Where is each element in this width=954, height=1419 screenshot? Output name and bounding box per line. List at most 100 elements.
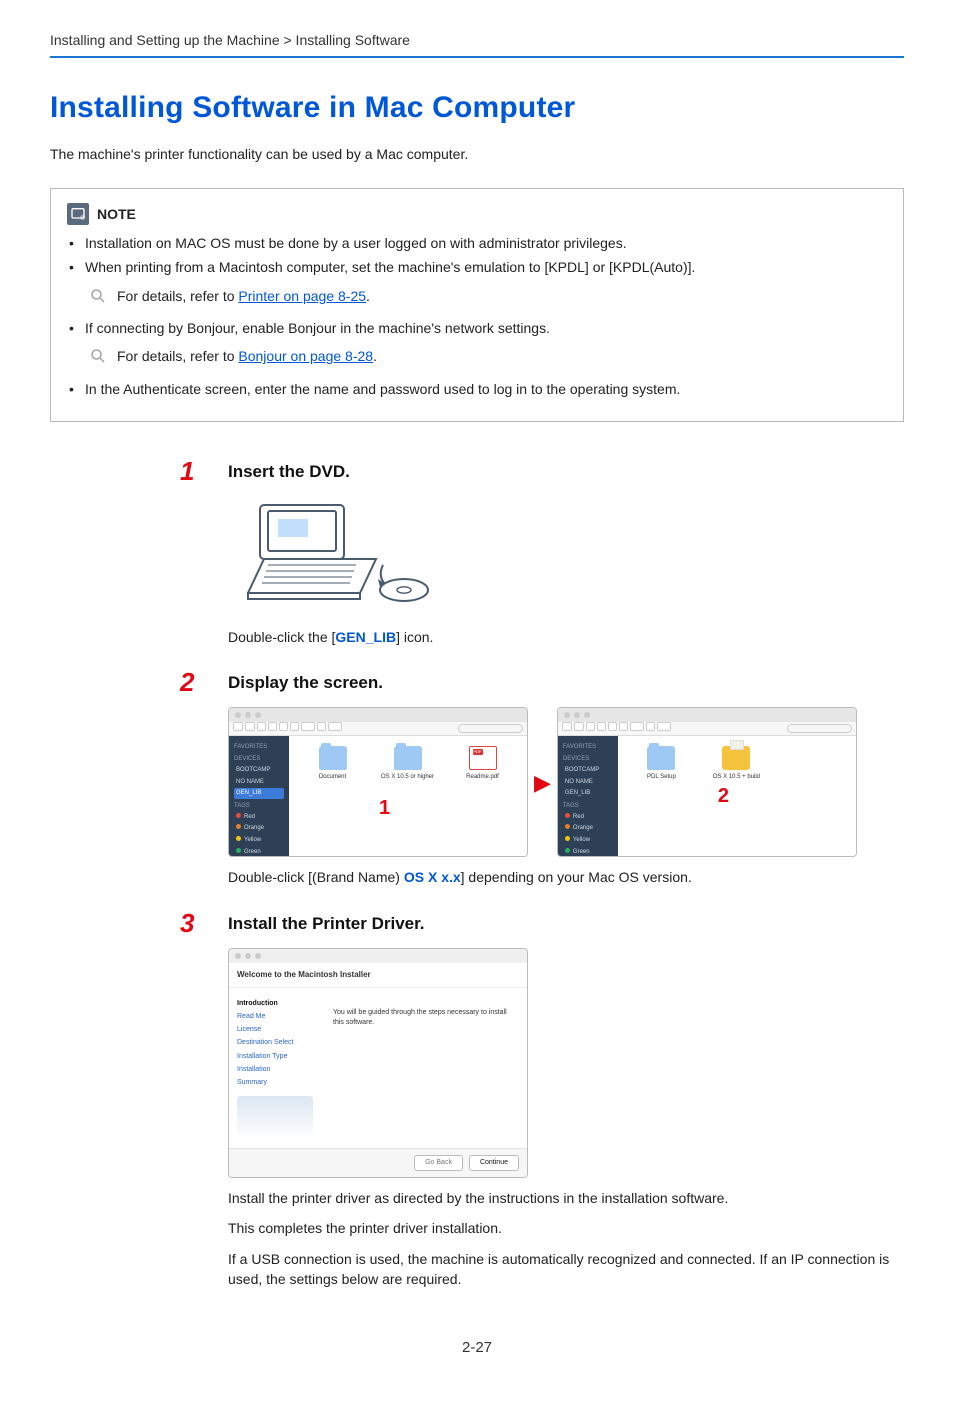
finder-window-2: FAVORITES DEVICES BOOTCAMP NO NAME GEN_L… bbox=[557, 707, 857, 857]
magnifier-icon bbox=[89, 347, 107, 365]
sidebar-tag[interactable]: Green bbox=[563, 847, 613, 858]
magnifier-icon bbox=[89, 287, 107, 305]
note-box: NOTE Installation on MAC OS must be done… bbox=[50, 188, 904, 422]
sidebar-tag[interactable]: Red bbox=[234, 812, 284, 823]
instr-prefix: Double-click the [ bbox=[228, 629, 335, 645]
intro-text: The machine's printer functionality can … bbox=[50, 144, 904, 164]
step-3-header: 3 Install the Printer Driver. bbox=[180, 910, 904, 937]
page-number: 2-27 bbox=[50, 1337, 904, 1359]
callout-2: 2 bbox=[718, 782, 729, 811]
installer-step-introduction: Introduction bbox=[237, 999, 313, 1009]
reference-row: For details, refer to Printer on page 8-… bbox=[89, 286, 885, 306]
step-number: 2 bbox=[180, 669, 208, 695]
sidebar-item-noname[interactable]: NO NAME bbox=[563, 777, 613, 788]
sidebar-tag[interactable]: Yellow bbox=[563, 835, 613, 846]
step-3-para1: Install the printer driver as directed b… bbox=[228, 1188, 904, 1208]
step-3-body: Welcome to the Macintosh Installer Intro… bbox=[228, 948, 904, 1289]
finder-titlebar bbox=[229, 708, 527, 722]
instr-suffix: ] icon. bbox=[396, 629, 433, 645]
step-title: Display the screen. bbox=[228, 671, 383, 696]
installer-welcome: Welcome to the Macintosh Installer bbox=[229, 963, 527, 988]
osx-version-label: OS X x.x bbox=[404, 869, 461, 885]
sidebar-tags-head: TAGS bbox=[234, 802, 284, 811]
ref-suffix: . bbox=[373, 348, 377, 364]
continue-button[interactable]: Continue bbox=[469, 1155, 519, 1171]
note-list: If connecting by Bonjour, enable Bonjour… bbox=[67, 318, 885, 338]
bonjour-link[interactable]: Bonjour on page 8-28 bbox=[238, 348, 373, 364]
finder-titlebar bbox=[558, 708, 856, 722]
installer-sidebar: Introduction Read Me License Destination… bbox=[229, 988, 321, 1148]
note-heading: NOTE bbox=[67, 203, 885, 225]
sidebar-favorites: FAVORITES bbox=[234, 743, 284, 752]
reference-row: For details, refer to Bonjour on page 8-… bbox=[89, 346, 885, 366]
file-pdl-setup[interactable]: PDL Setup bbox=[634, 746, 689, 850]
sidebar-item-genlib[interactable]: GEN_LIB bbox=[234, 788, 284, 799]
search-input[interactable] bbox=[458, 724, 523, 733]
step-number: 3 bbox=[180, 910, 208, 936]
installer-footer: Go Back Continue bbox=[229, 1148, 527, 1177]
reference-text: For details, refer to Bonjour on page 8-… bbox=[117, 346, 377, 366]
sidebar-devices: DEVICES bbox=[563, 755, 613, 764]
sidebar-item-bootcamp[interactable]: BOOTCAMP bbox=[563, 765, 613, 776]
installer-step-summary: Summary bbox=[237, 1078, 313, 1088]
finder-window-1: FAVORITES DEVICES BOOTCAMP NO NAME GEN_L… bbox=[228, 707, 528, 857]
breadcrumb: Installing and Setting up the Machine > … bbox=[50, 30, 904, 56]
instr-suffix: ] depending on your Mac OS version. bbox=[461, 869, 692, 885]
search-input[interactable] bbox=[787, 724, 852, 733]
step-2-instruction: Double-click [(Brand Name) OS X x.x] dep… bbox=[228, 867, 904, 887]
finder-sidebar: FAVORITES DEVICES BOOTCAMP NO NAME GEN_L… bbox=[558, 736, 618, 856]
note-item: In the Authenticate screen, enter the na… bbox=[67, 379, 885, 399]
installer-window: Welcome to the Macintosh Installer Intro… bbox=[228, 948, 528, 1178]
finder-content: Document OS X 10.5 or higher Readme.pdf … bbox=[289, 736, 527, 856]
printer-link[interactable]: Printer on page 8-25 bbox=[238, 288, 366, 304]
note-list: In the Authenticate screen, enter the na… bbox=[67, 379, 885, 399]
finder-toolbar bbox=[229, 722, 527, 736]
sidebar-item-genlib[interactable]: GEN_LIB bbox=[563, 788, 613, 799]
step-3-para3: If a USB connection is used, the machine… bbox=[228, 1249, 904, 1290]
page-title: Installing Software in Mac Computer bbox=[50, 86, 904, 130]
finder-content: PDL Setup OS X 10.5 + build 2 bbox=[618, 736, 856, 856]
file-document[interactable]: Document bbox=[305, 746, 360, 850]
installer-titlebar bbox=[229, 949, 527, 963]
finder-sidebar: FAVORITES DEVICES BOOTCAMP NO NAME GEN_L… bbox=[229, 736, 289, 856]
step-2-header: 2 Display the screen. bbox=[180, 669, 904, 696]
sidebar-favorites: FAVORITES bbox=[563, 743, 613, 752]
sidebar-tag[interactable]: Yellow bbox=[234, 835, 284, 846]
step-title: Insert the DVD. bbox=[228, 460, 350, 485]
ref-prefix: For details, refer to bbox=[117, 348, 238, 364]
note-list: Installation on MAC OS must be done by a… bbox=[67, 233, 885, 278]
sidebar-devices: DEVICES bbox=[234, 755, 284, 764]
installer-art bbox=[237, 1096, 313, 1140]
step-title: Install the Printer Driver. bbox=[228, 912, 425, 937]
file-readme-pdf[interactable]: Readme.pdf bbox=[455, 746, 510, 850]
ref-suffix: . bbox=[366, 288, 370, 304]
installer-step-license: License bbox=[237, 1025, 313, 1035]
finder-toolbar bbox=[558, 722, 856, 736]
sidebar-item-bootcamp[interactable]: BOOTCAMP bbox=[234, 765, 284, 776]
step-1-header: 1 Insert the DVD. bbox=[180, 458, 904, 485]
sidebar-item-noname[interactable]: NO NAME bbox=[234, 777, 284, 788]
note-icon bbox=[67, 203, 89, 225]
go-back-button[interactable]: Go Back bbox=[414, 1155, 463, 1171]
installer-step-installation: Installation bbox=[237, 1065, 313, 1075]
sidebar-tag[interactable]: Orange bbox=[234, 823, 284, 834]
step-2-body: FAVORITES DEVICES BOOTCAMP NO NAME GEN_L… bbox=[228, 707, 904, 887]
sidebar-tag[interactable]: Green bbox=[234, 847, 284, 858]
arrow-icon: ▶ bbox=[534, 767, 551, 799]
reference-text: For details, refer to Printer on page 8-… bbox=[117, 286, 370, 306]
step-number: 1 bbox=[180, 458, 208, 484]
installer-main: You will be guided through the steps nec… bbox=[321, 988, 527, 1148]
callout-1: 1 bbox=[379, 794, 390, 823]
step-1-instruction: Double-click the [GEN_LIB] icon. bbox=[228, 627, 904, 647]
step-1-body: Double-click the [GEN_LIB] icon. bbox=[228, 497, 904, 647]
sidebar-tags-head: TAGS bbox=[563, 802, 613, 811]
insert-dvd-illustration bbox=[228, 497, 458, 617]
sidebar-tag[interactable]: Orange bbox=[563, 823, 613, 834]
note-label: NOTE bbox=[97, 204, 136, 224]
step-3-para2: This completes the printer driver instal… bbox=[228, 1218, 904, 1238]
note-item: When printing from a Macintosh computer,… bbox=[67, 257, 885, 277]
ref-prefix: For details, refer to bbox=[117, 288, 238, 304]
sidebar-tag[interactable]: Red bbox=[563, 812, 613, 823]
note-item: Installation on MAC OS must be done by a… bbox=[67, 233, 885, 253]
installer-step-installtype: Installation Type bbox=[237, 1052, 313, 1062]
